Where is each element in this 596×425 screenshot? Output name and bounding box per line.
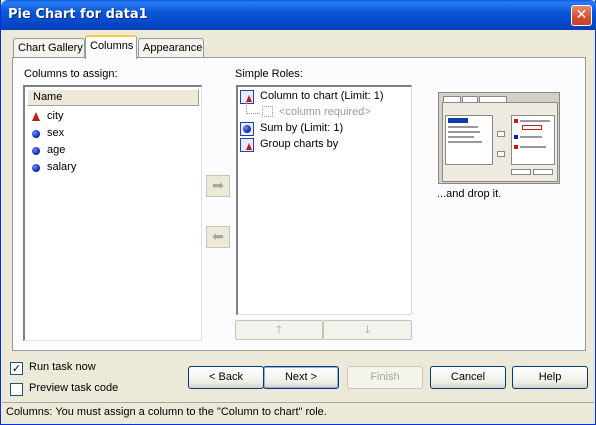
preview-task-code-label: Preview task code: [29, 382, 119, 394]
preview-row: [520, 136, 542, 138]
close-button[interactable]: ✕: [571, 5, 592, 26]
role-label: Sum by (Limit: 1): [260, 122, 344, 134]
preview-selected-row: [448, 118, 468, 123]
drag-drop-preview-image: [438, 92, 560, 184]
tab-chart-gallery[interactable]: Chart Gallery: [13, 38, 85, 58]
preview-row: [448, 131, 480, 133]
remove-from-role-button[interactable]: ⬅: [206, 226, 230, 248]
move-up-button[interactable]: 🡑: [235, 320, 323, 340]
preview-listbox: [445, 115, 493, 165]
add-to-role-button[interactable]: ➡: [206, 175, 230, 197]
preview-button: [533, 169, 553, 175]
roles-tree[interactable]: Column to chart (Limit: 1) <column requi…: [236, 85, 412, 315]
status-bar: Columns: You must assign a column to the…: [2, 402, 594, 422]
tab-appearance[interactable]: Appearance: [138, 38, 204, 58]
preview-row: [448, 141, 482, 143]
window-title: Pie Chart for data1: [8, 7, 148, 22]
tree-connector: [246, 102, 260, 114]
header-label: Name: [33, 91, 63, 103]
column-name: salary: [47, 161, 77, 173]
placeholder-label: <column required>: [279, 106, 371, 118]
preview-row: [520, 120, 550, 122]
back-button[interactable]: < Back: [188, 366, 264, 389]
numeric-column-icon: [32, 164, 40, 172]
preview-task-code-checkbox[interactable]: [10, 383, 23, 396]
preview-arrow: [497, 131, 505, 137]
numeric-column-icon: [32, 147, 40, 155]
preview-tab: [479, 96, 507, 103]
role-label: Column to chart (Limit: 1): [260, 90, 384, 102]
title-bar: Pie Chart for data1 ✕: [1, 0, 596, 30]
preview-roles: [511, 115, 555, 165]
column-name: sex: [47, 127, 65, 139]
dot-icon: [243, 125, 251, 133]
tab-columns[interactable]: Columns: [85, 35, 137, 59]
numeric-column-icon: [32, 130, 40, 138]
help-button[interactable]: Help: [512, 366, 588, 389]
column-name: age: [47, 144, 66, 156]
preview-button: [511, 169, 531, 175]
empty-slot-icon: [262, 106, 273, 117]
character-column-icon: [32, 112, 40, 121]
cancel-button[interactable]: Cancel: [430, 366, 506, 389]
column-required-placeholder[interactable]: <column required>: [246, 102, 396, 121]
preview-icon: [514, 145, 518, 149]
run-task-now-label: Run task now: [29, 361, 96, 373]
move-down-button[interactable]: 🡓: [323, 320, 412, 340]
role-character-icon: [240, 138, 254, 152]
preview-tab: [443, 96, 461, 103]
preview-row: [448, 126, 478, 128]
columns-listbox[interactable]: Name city sex age salary: [23, 85, 202, 341]
dialog-window: Pie Chart for data1 ✕ Chart Gallery Colu…: [0, 0, 596, 425]
preview-icon: [514, 119, 518, 123]
preview-drop-target: [522, 125, 542, 130]
columns-to-assign-label: Columns to assign:: [24, 68, 118, 80]
preview-row: [520, 146, 546, 148]
role-label: Group charts by: [260, 138, 339, 150]
triangle-icon: [246, 143, 252, 150]
run-task-now-checkbox[interactable]: ✓: [10, 362, 23, 375]
preview-caption: ...and drop it.: [437, 188, 502, 200]
status-message: Columns: You must assign a column to the…: [6, 406, 327, 418]
preview-row: [448, 136, 474, 138]
next-button[interactable]: Next >: [263, 366, 339, 389]
tab-label: Appearance: [143, 42, 203, 54]
column-name: city: [47, 110, 64, 122]
finish-button[interactable]: Finish: [347, 366, 423, 389]
tab-label: Columns: [90, 40, 134, 52]
name-column-header[interactable]: Name: [27, 89, 199, 106]
preview-tab: [462, 96, 478, 103]
simple-roles-label: Simple Roles:: [235, 68, 303, 80]
role-numeric-icon: [240, 122, 254, 136]
preview-arrow: [497, 151, 505, 157]
tab-label: Chart Gallery: [18, 42, 83, 54]
preview-icon: [514, 135, 518, 139]
triangle-icon: [246, 95, 252, 102]
